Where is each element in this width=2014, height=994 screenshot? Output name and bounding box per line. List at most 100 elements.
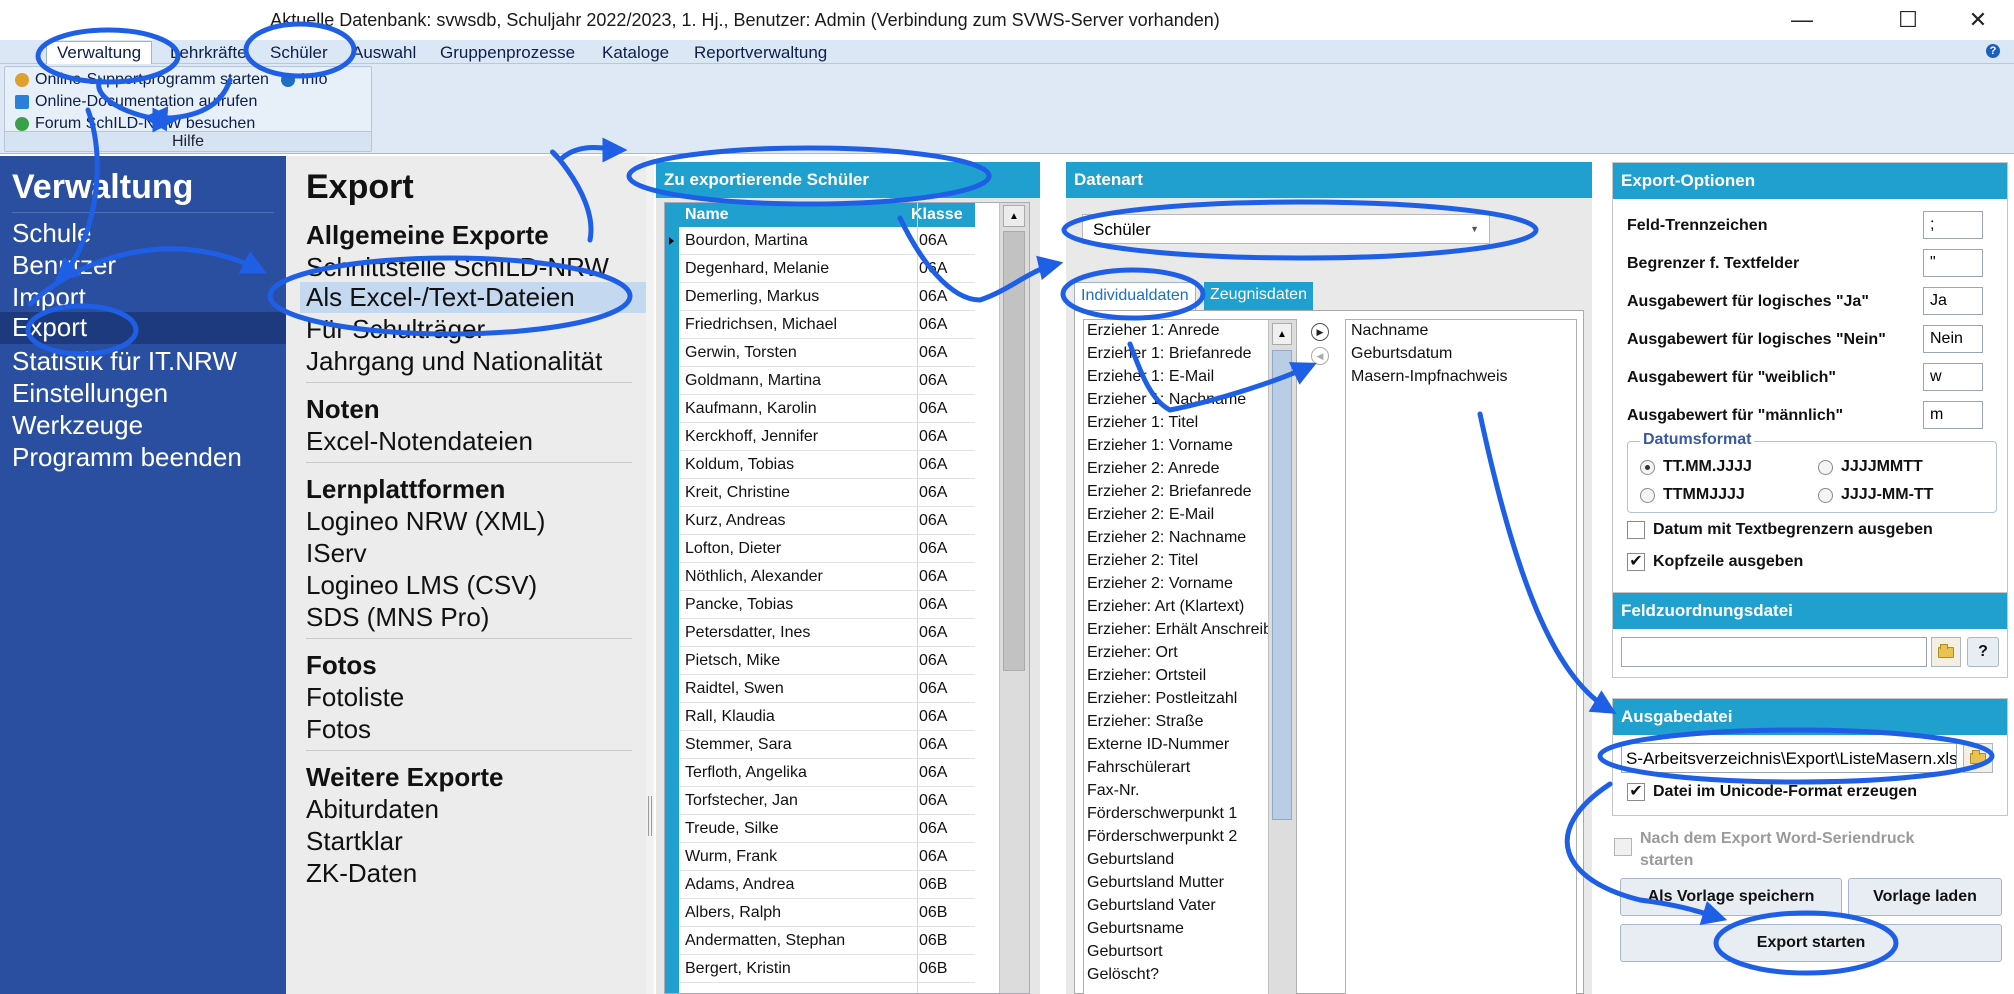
available-field-item[interactable]: Erzieher 2: Vorname bbox=[1087, 575, 1233, 593]
splitter-grip[interactable] bbox=[648, 796, 652, 836]
selected-field-item[interactable]: Nachname bbox=[1351, 322, 1428, 340]
export-item-excel-text[interactable]: Als Excel-/Text-Dateien bbox=[300, 282, 646, 313]
available-field-item[interactable]: Erzieher 1: Briefanrede bbox=[1087, 345, 1252, 363]
checkbox-box[interactable] bbox=[1614, 838, 1632, 856]
close-button[interactable]: ✕ bbox=[1948, 4, 2008, 36]
table-row[interactable]: Friedrichsen, Michael 06A bbox=[679, 311, 975, 339]
available-field-item[interactable]: Erzieher 1: Vorname bbox=[1087, 437, 1233, 455]
available-field-item[interactable]: Erzieher: Art (Klartext) bbox=[1087, 598, 1244, 616]
table-row[interactable]: Rall, Klaudia 06A bbox=[679, 703, 975, 731]
available-field-item[interactable]: Erzieher 1: Titel bbox=[1087, 414, 1198, 432]
export-item-iserv[interactable]: IServ bbox=[306, 538, 367, 569]
table-row[interactable]: Adams, Andrea 06B bbox=[679, 871, 975, 899]
radio-dot[interactable] bbox=[1640, 487, 1655, 503]
table-row[interactable]: Lofton, Dieter 06A bbox=[679, 535, 975, 563]
available-field-item[interactable]: Erzieher 2: Nachname bbox=[1087, 529, 1246, 547]
checkbox-date-textdelim[interactable]: Datum mit Textbegrenzern ausgeben bbox=[1627, 521, 1933, 539]
available-field-item[interactable]: Erzieher 1: Nachname bbox=[1087, 391, 1246, 409]
selected-field-item[interactable]: Masern-Impfnachweis bbox=[1351, 368, 1508, 386]
table-row[interactable]: Gerwin, Torsten 06A bbox=[679, 339, 975, 367]
table-row[interactable]: Demerling, Markus 06A bbox=[679, 283, 975, 311]
column-header-klasse[interactable]: Klasse bbox=[911, 206, 963, 224]
available-field-item[interactable]: Fahrschülerart bbox=[1087, 759, 1190, 777]
export-item-fotos[interactable]: Fotos bbox=[306, 714, 371, 745]
available-field-item[interactable]: Fax-Nr. bbox=[1087, 782, 1139, 800]
export-item-sds[interactable]: SDS (MNS Pro) bbox=[306, 602, 489, 633]
nav-item-export[interactable]: Export bbox=[0, 312, 286, 344]
radio-jjjjmmtt[interactable]: JJJJMMTT bbox=[1818, 458, 1923, 476]
remove-field-arrow-icon[interactable]: ◀ bbox=[1311, 347, 1329, 365]
option-input-maennlich[interactable]: m bbox=[1923, 401, 1983, 429]
menu-schueler[interactable]: Schüler bbox=[270, 43, 328, 63]
export-item-fotoliste[interactable]: Fotoliste bbox=[306, 682, 404, 713]
table-row[interactable]: Kaufmann, Karolin 06A bbox=[679, 395, 975, 423]
table-row[interactable]: Raidtel, Swen 06A bbox=[679, 675, 975, 703]
available-field-item[interactable]: Förderschwerpunkt 1 bbox=[1087, 805, 1237, 823]
maximize-button[interactable]: ☐ bbox=[1878, 4, 1938, 36]
table-row[interactable]: Kreit, Christine 06A bbox=[679, 479, 975, 507]
menu-verwaltung[interactable]: Verwaltung bbox=[46, 41, 153, 65]
available-field-item[interactable]: Gelöscht? bbox=[1087, 966, 1159, 984]
table-row[interactable]: Wurm, Frank 06A bbox=[679, 843, 975, 871]
available-field-item[interactable]: Geburtsland Vater bbox=[1087, 897, 1216, 915]
radio-dot[interactable] bbox=[1640, 459, 1655, 475]
option-input-trennzeichen[interactable]: ; bbox=[1923, 211, 1983, 239]
export-item-schnittstelle[interactable]: Schnittstelle SchILD-NRW bbox=[306, 252, 609, 283]
available-field-item[interactable]: Geburtsname bbox=[1087, 920, 1184, 938]
available-field-item[interactable]: Erzieher: Straße bbox=[1087, 713, 1203, 731]
export-item-notendateien[interactable]: Excel-Notendateien bbox=[306, 426, 533, 457]
available-field-item[interactable]: Erzieher: Erhält Anschreiben bbox=[1087, 621, 1290, 639]
table-row[interactable]: Treude, Silke 06A bbox=[679, 815, 975, 843]
table-row[interactable]: Stemmer, Sara 06A bbox=[679, 731, 975, 759]
table-row[interactable]: Kurz, Andreas 06A bbox=[679, 507, 975, 535]
browse-folder-button[interactable] bbox=[1931, 637, 1961, 667]
export-item-zk-daten[interactable]: ZK-Daten bbox=[306, 858, 417, 889]
selected-fields-list[interactable]: Nachname Geburtsdatum Masern-Impfnachweis bbox=[1345, 319, 1577, 994]
export-item-logineo-xml[interactable]: Logineo NRW (XML) bbox=[306, 506, 545, 537]
table-row[interactable]: Terfloth, Angelika 06A bbox=[679, 759, 975, 787]
menu-kataloge[interactable]: Kataloge bbox=[602, 43, 669, 63]
export-start-button[interactable]: Export starten bbox=[1620, 924, 2002, 962]
table-row[interactable]: Koldum, Tobias 06A bbox=[679, 451, 975, 479]
option-input-begrenzer[interactable]: " bbox=[1923, 249, 1983, 277]
save-template-button[interactable]: Als Vorlage speichern bbox=[1620, 878, 1842, 916]
ausgabedatei-file-input[interactable]: S-Arbeitsverzeichnis\Export\ListeMasern.… bbox=[1621, 743, 1957, 773]
menu-gruppenprozesse[interactable]: Gruppenprozesse bbox=[440, 43, 575, 63]
option-input-ja[interactable]: Ja bbox=[1923, 287, 1983, 315]
tab-individualdaten[interactable]: Individualdaten bbox=[1074, 282, 1196, 310]
available-field-item[interactable]: Geburtsland bbox=[1087, 851, 1174, 869]
option-input-weiblich[interactable]: w bbox=[1923, 363, 1983, 391]
selected-field-item[interactable]: Geburtsdatum bbox=[1351, 345, 1452, 363]
table-row[interactable]: Degenhard, Melanie 06A bbox=[679, 255, 975, 283]
radio-dot[interactable] bbox=[1818, 487, 1833, 503]
available-field-item[interactable]: Erzieher 2: E-Mail bbox=[1087, 506, 1214, 524]
table-row[interactable]: Torfstecher, Jan 06A bbox=[679, 787, 975, 815]
export-item-abiturdaten[interactable]: Abiturdaten bbox=[306, 794, 439, 825]
available-fields-scrollbar[interactable]: ▲ bbox=[1268, 320, 1296, 994]
nav-item-import[interactable]: Import bbox=[12, 282, 86, 313]
export-item-startklar[interactable]: Startklar bbox=[306, 826, 403, 857]
available-field-item[interactable]: Förderschwerpunkt 2 bbox=[1087, 828, 1237, 846]
available-fields-list[interactable]: Erzieher 1: Anrede Erzieher 1: Briefanred… bbox=[1083, 319, 1297, 994]
table-row[interactable]: Petersdatter, Ines 06A bbox=[679, 619, 975, 647]
available-field-item[interactable]: Erzieher: Postleitzahl bbox=[1087, 690, 1237, 708]
radio-ttmmjjjj-dot[interactable]: TT.MM.JJJJ bbox=[1640, 458, 1752, 476]
minimize-button[interactable]: — bbox=[1772, 4, 1832, 36]
nav-item-programm-beenden[interactable]: Programm beenden bbox=[12, 442, 242, 473]
checkbox-unicode[interactable]: ✔ Datei im Unicode-Format erzeugen bbox=[1627, 783, 1917, 801]
table-row[interactable]: Andermatten, Stephan 06B bbox=[679, 927, 975, 955]
available-field-item[interactable]: Erzieher: Ortsteil bbox=[1087, 667, 1206, 685]
table-row[interactable]: Bourdon, Martina 06A bbox=[669, 227, 975, 255]
help-icon[interactable]: ? bbox=[1986, 44, 2000, 58]
checkmark-icon[interactable]: ✔ bbox=[1627, 553, 1645, 571]
online-documentation-link[interactable]: Online-Documentation aufrufen bbox=[15, 93, 257, 111]
nav-item-benutzer[interactable]: Benutzer bbox=[12, 250, 116, 281]
option-input-nein[interactable]: Nein bbox=[1923, 325, 1983, 353]
nav-item-einstellungen[interactable]: Einstellungen bbox=[12, 378, 168, 409]
checkmark-icon[interactable]: ✔ bbox=[1627, 783, 1645, 801]
table-row[interactable]: Bergert, Kristin 06B bbox=[679, 955, 975, 983]
available-field-item[interactable]: Externe ID-Nummer bbox=[1087, 736, 1229, 754]
available-field-item[interactable]: Erzieher 2: Titel bbox=[1087, 552, 1198, 570]
available-field-item[interactable]: Erzieher 2: Anrede bbox=[1087, 460, 1220, 478]
scroll-thumb[interactable] bbox=[1003, 231, 1025, 671]
